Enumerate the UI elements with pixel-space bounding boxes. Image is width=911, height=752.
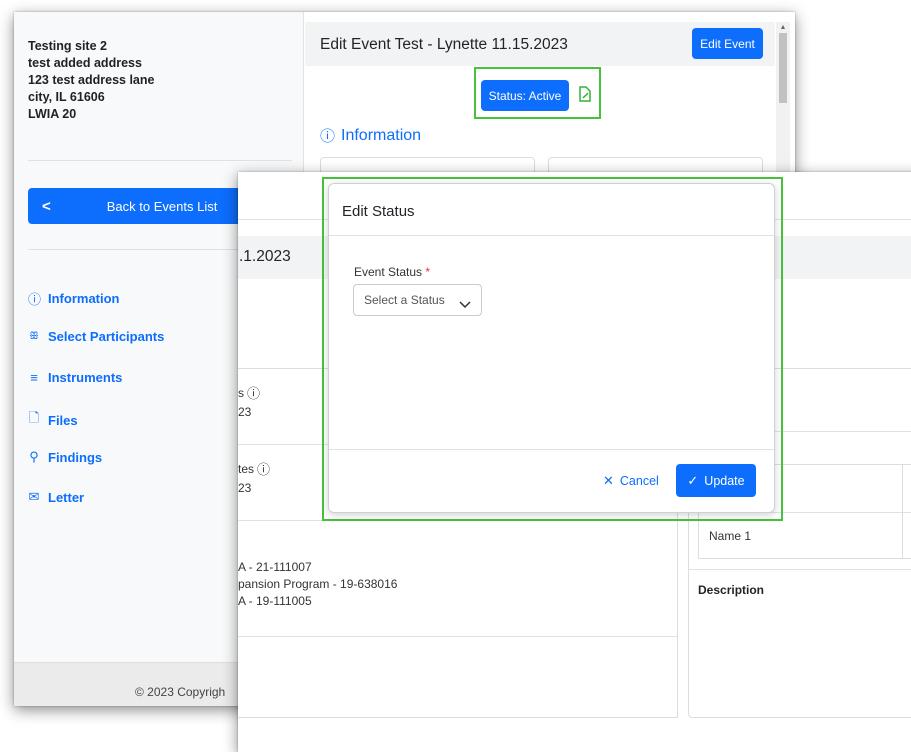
table-column-divider xyxy=(902,464,903,559)
sidebar-item-label: Select Participants xyxy=(48,329,165,344)
chevron-down-icon xyxy=(459,296,471,309)
edit-event-button[interactable]: Edit Event xyxy=(692,28,763,59)
info-section-heading: ⓘ Information xyxy=(320,125,421,146)
file-icon: 🗋 xyxy=(28,410,40,425)
event-status-label: Event Status * xyxy=(354,265,431,279)
modal-title: Edit Status xyxy=(342,203,415,220)
field-label-fragment: s ⓘ xyxy=(238,383,260,402)
description-label: Description xyxy=(698,583,765,597)
info-circle-icon: ⓘ xyxy=(320,128,336,145)
sidebar-item-label: Letter xyxy=(48,489,85,505)
info-circle-icon: ⓘ xyxy=(28,292,42,307)
grant-item: pansion Program - 19-638016 xyxy=(238,577,398,591)
field-label-fragment: tes ⓘ xyxy=(238,459,270,478)
info-heading-label: Information xyxy=(341,126,422,144)
address-line: city, IL 61606 xyxy=(28,90,105,104)
copyright-text: © 2023 Copyrigh xyxy=(135,685,226,699)
sidebar-divider xyxy=(28,160,292,161)
address-line: Testing site 2 xyxy=(28,39,107,53)
grant-list: A - 21-111007 pansion Program - 19-63801… xyxy=(238,559,397,610)
address-line: LWIA 20 xyxy=(28,107,77,121)
update-label: Update xyxy=(704,473,745,488)
cancel-label: Cancel xyxy=(619,474,659,488)
modal-header-divider xyxy=(329,235,774,236)
cancel-button[interactable]: ✕ Cancel xyxy=(603,473,659,489)
edit-status-icon[interactable] xyxy=(578,85,592,103)
update-button[interactable]: ✓ Update xyxy=(676,464,756,497)
chevron-left-icon: < xyxy=(42,197,51,215)
scrollbar-thumb[interactable] xyxy=(779,33,787,103)
event-title: Edit Event Test - Lynette 11.15.2023 xyxy=(320,36,568,53)
front-date-text: .1.2023 xyxy=(239,248,291,265)
field-value-fragment: 23 xyxy=(238,405,252,419)
sidebar-item-information[interactable]: ⓘ Information xyxy=(28,289,120,308)
event-status-select[interactable]: Select a Status xyxy=(353,284,482,316)
sidebar-item-files[interactable]: 🗋 Files xyxy=(28,409,78,431)
scroll-up-arrow[interactable]: ▲ xyxy=(776,24,790,31)
table-row: Name 1 xyxy=(709,529,752,543)
select-placeholder: Select a Status xyxy=(364,293,445,307)
address-line: test added address xyxy=(28,56,142,70)
search-icon: ⚲ xyxy=(29,449,39,464)
grant-item: A - 19-111005 xyxy=(238,594,312,608)
close-icon: ✕ xyxy=(603,473,614,488)
address-line: 123 test address lane xyxy=(28,73,155,87)
info-circle-icon: ⓘ xyxy=(247,386,261,401)
required-marker: * xyxy=(425,265,431,279)
modal-footer-divider xyxy=(329,449,774,450)
status-button[interactable]: Status: Active xyxy=(481,80,569,111)
back-button-label: Back to Events List xyxy=(106,198,218,214)
card-divider xyxy=(238,636,678,637)
scrollbar[interactable]: ▲ xyxy=(776,22,790,182)
grant-item: A - 21-111007 xyxy=(238,560,312,574)
card-divider xyxy=(688,569,911,570)
envelope-icon: ✉ xyxy=(28,489,40,504)
sidebar-item-instruments[interactable]: ≡ Instruments xyxy=(28,370,122,385)
sidebar-item-label: Instruments xyxy=(48,370,123,385)
sidebar-item-letter[interactable]: ✉ Letter xyxy=(28,489,85,505)
people-icon: ꕥ xyxy=(29,331,39,342)
sidebar-item-label: Findings xyxy=(48,449,103,465)
field-value-fragment: 23 xyxy=(238,481,252,495)
address-block: Testing site 2 test added address 123 te… xyxy=(28,38,268,123)
sidebar-item-select-participants[interactable]: ꕥ Select Participants xyxy=(28,329,164,344)
list-icon: ≡ xyxy=(30,370,38,385)
info-circle-icon: ⓘ xyxy=(257,462,271,477)
check-icon: ✓ xyxy=(687,472,699,488)
sidebar-item-label: Information xyxy=(48,291,120,306)
sidebar-item-label: Files xyxy=(48,412,78,428)
sidebar-item-findings[interactable]: ⚲ Findings xyxy=(28,449,102,465)
